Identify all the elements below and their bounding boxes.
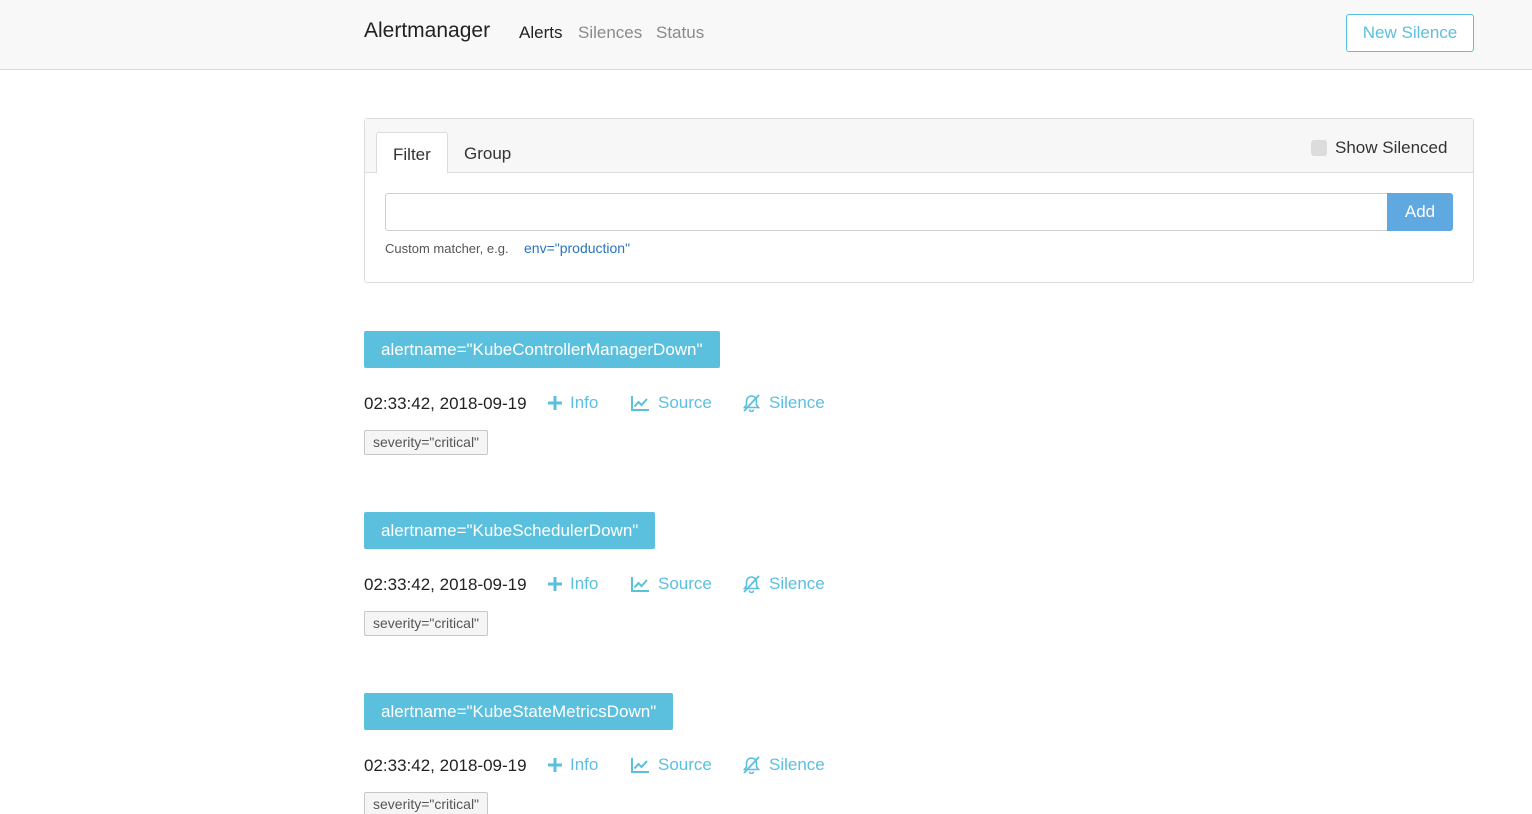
source-button[interactable]: Source (631, 574, 712, 594)
silence-button[interactable]: Silence (742, 574, 825, 594)
alert-group: alertname="KubeControllerManagerDown" 02… (364, 331, 1064, 461)
show-silenced-label: Show Silenced (1335, 138, 1448, 157)
new-silence-button[interactable]: New Silence (1346, 14, 1474, 52)
alert-group: alertname="KubeStateMetricsDown" 02:33:4… (364, 693, 1064, 814)
info-button[interactable]: Info (548, 755, 598, 775)
info-label: Info (570, 574, 599, 593)
show-silenced-checkbox[interactable] (1311, 140, 1327, 156)
tab-filter[interactable]: Filter (376, 132, 448, 174)
nav-link-alerts[interactable]: Alerts (519, 23, 562, 43)
tab-group[interactable]: Group (448, 132, 527, 174)
line-chart-icon (631, 396, 649, 411)
nav-link-silences[interactable]: Silences (578, 23, 642, 43)
alertname-label[interactable]: alertname="KubeControllerManagerDown" (364, 331, 720, 368)
silence-button[interactable]: Silence (742, 393, 825, 413)
silence-label: Silence (769, 574, 825, 593)
label-badge-severity[interactable]: severity="critical" (364, 430, 489, 455)
alert-timestamp: 02:33:42, 2018-09-19 (364, 575, 527, 594)
alertname-label[interactable]: alertname="KubeSchedulerDown" (364, 512, 656, 549)
navbar: Alertmanager Alerts Silences Status New … (0, 0, 1532, 70)
filter-card: Filter Group Show Silenced Add Custom ma… (364, 118, 1474, 283)
matcher-hint-text: Custom matcher, e.g. (385, 241, 509, 256)
filter-matcher-input[interactable] (385, 193, 1388, 231)
filter-card-header: Filter Group Show Silenced (365, 119, 1473, 174)
plus-icon (548, 577, 562, 591)
matcher-hint-example-link[interactable]: env="production" (524, 240, 630, 256)
brand-link[interactable]: Alertmanager (364, 19, 490, 43)
silence-label: Silence (769, 755, 825, 774)
info-label: Info (570, 393, 599, 412)
nav-link-status[interactable]: Status (656, 23, 704, 43)
bell-slash-icon (742, 575, 761, 593)
silence-button[interactable]: Silence (742, 755, 825, 775)
info-button[interactable]: Info (548, 393, 598, 413)
source-button[interactable]: Source (631, 393, 712, 413)
source-label: Source (658, 755, 712, 774)
alert-group: alertname="KubeSchedulerDown" 02:33:42, … (364, 512, 1064, 642)
alertname-label[interactable]: alertname="KubeStateMetricsDown" (364, 693, 674, 730)
add-matcher-button[interactable]: Add (1387, 193, 1453, 231)
info-button[interactable]: Info (548, 574, 598, 594)
bell-slash-icon (742, 756, 761, 774)
show-silenced-toggle[interactable]: Show Silenced (1311, 138, 1447, 158)
silence-label: Silence (769, 393, 825, 412)
source-label: Source (658, 574, 712, 593)
alert-timestamp: 02:33:42, 2018-09-19 (364, 756, 527, 775)
bell-slash-icon (742, 394, 761, 412)
label-badge-severity[interactable]: severity="critical" (364, 611, 489, 636)
plus-icon (548, 758, 562, 772)
info-label: Info (570, 755, 599, 774)
plus-icon (548, 396, 562, 410)
source-label: Source (658, 393, 712, 412)
source-button[interactable]: Source (631, 755, 712, 775)
line-chart-icon (631, 758, 649, 773)
line-chart-icon (631, 577, 649, 592)
label-badge-severity[interactable]: severity="critical" (364, 792, 489, 814)
alert-timestamp: 02:33:42, 2018-09-19 (364, 394, 527, 413)
